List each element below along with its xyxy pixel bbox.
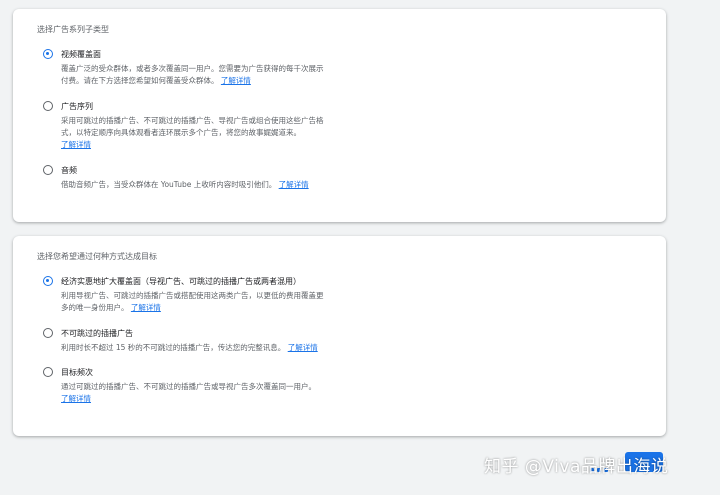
option-video-reach-desc: 覆盖广泛的受众群体，或者多次覆盖同一用户。您需要为广告获得的每千次展示 付费。请… <box>61 63 365 87</box>
option-efficient-reach-desc: 利用导视广告、可跳过的插播广告或搭配使用这两类广告，以更低的费用覆盖更 多的唯一… <box>61 290 365 314</box>
option-non-skippable-desc: 利用时长不超过 15 秒的不可跳过的插播广告，传达您的完整讯息。 了解详情 <box>61 342 365 354</box>
desc-line: 利用导视广告、可跳过的插播广告或搭配使用这两类广告，以更低的费用覆盖更 <box>61 291 324 300</box>
desc-line: 付费。请在下方选择您希望如何覆盖受众群体。 <box>61 76 219 85</box>
learn-more-link[interactable]: 了解详情 <box>221 76 251 85</box>
learn-more-link[interactable]: 了解详情 <box>279 180 309 189</box>
learn-more-link[interactable]: 了解详情 <box>61 140 91 149</box>
option-audio-label: 音频 <box>61 166 77 175</box>
option-ad-sequence-desc: 采用可跳过的插播广告、不可跳过的插播广告、导视广告或组合使用这些广告格 式，以特… <box>61 115 365 151</box>
learn-more-link[interactable]: 了解详情 <box>131 303 161 312</box>
option-target-frequency-label: 目标频次 <box>61 368 93 377</box>
subtype-card: 选择广告系列子类型 视频覆盖面 覆盖广泛的受众群体，或者多次覆盖同一用户。您需要… <box>13 9 666 222</box>
desc-line: 覆盖广泛的受众群体，或者多次覆盖同一用户。您需要为广告获得的每千次展示 <box>61 64 324 73</box>
option-ad-sequence-label: 广告序列 <box>61 102 93 111</box>
watermark: 知乎 @Viva品牌出海说 <box>484 457 669 477</box>
option-target-frequency-desc: 通过可跳过的插播广告、不可跳过的插播广告或导视广告多次覆盖同一用户。 了解详情 <box>61 381 365 405</box>
desc-line: 借助音频广告，当受众群体在 YouTube 上收听内容时吸引他们。 <box>61 180 277 189</box>
radio-target-frequency[interactable] <box>43 367 53 377</box>
desc-line: 采用可跳过的插播广告、不可跳过的插播广告、导视广告或组合使用这些广告格 <box>61 116 324 125</box>
desc-line: 式，以特定顺序向具体观看者连环展示多个广告，将您的故事娓娓道来。 <box>61 128 301 137</box>
option-non-skippable-label: 不可跳过的插播广告 <box>61 329 133 338</box>
learn-more-link[interactable]: 了解详情 <box>288 343 318 352</box>
radio-non-skippable[interactable] <box>43 328 53 338</box>
option-video-reach-label: 视频覆盖面 <box>61 50 101 59</box>
radio-audio[interactable] <box>43 165 53 175</box>
radio-ad-sequence[interactable] <box>43 101 53 111</box>
learn-more-link[interactable]: 了解详情 <box>61 394 91 403</box>
subtype-heading: 选择广告系列子类型 <box>37 25 109 34</box>
radio-efficient-reach[interactable] <box>43 276 53 286</box>
goal-method-heading: 选择您希望通过何种方式达成目标 <box>37 252 157 261</box>
radio-video-reach[interactable] <box>43 49 53 59</box>
option-efficient-reach-label: 经济实惠地扩大覆盖面（导视广告、可跳过的插播广告或两者混用） <box>61 277 301 286</box>
desc-line: 多的唯一身份用户。 <box>61 303 129 312</box>
desc-line: 利用时长不超过 15 秒的不可跳过的插播广告，传达您的完整讯息。 <box>61 343 286 352</box>
desc-line: 通过可跳过的插播广告、不可跳过的插播广告或导视广告多次覆盖同一用户。 <box>61 382 316 391</box>
option-audio-desc: 借助音频广告，当受众群体在 YouTube 上收听内容时吸引他们。 了解详情 <box>61 179 365 191</box>
goal-method-card: 选择您希望通过何种方式达成目标 经济实惠地扩大覆盖面（导视广告、可跳过的插播广告… <box>13 236 666 436</box>
